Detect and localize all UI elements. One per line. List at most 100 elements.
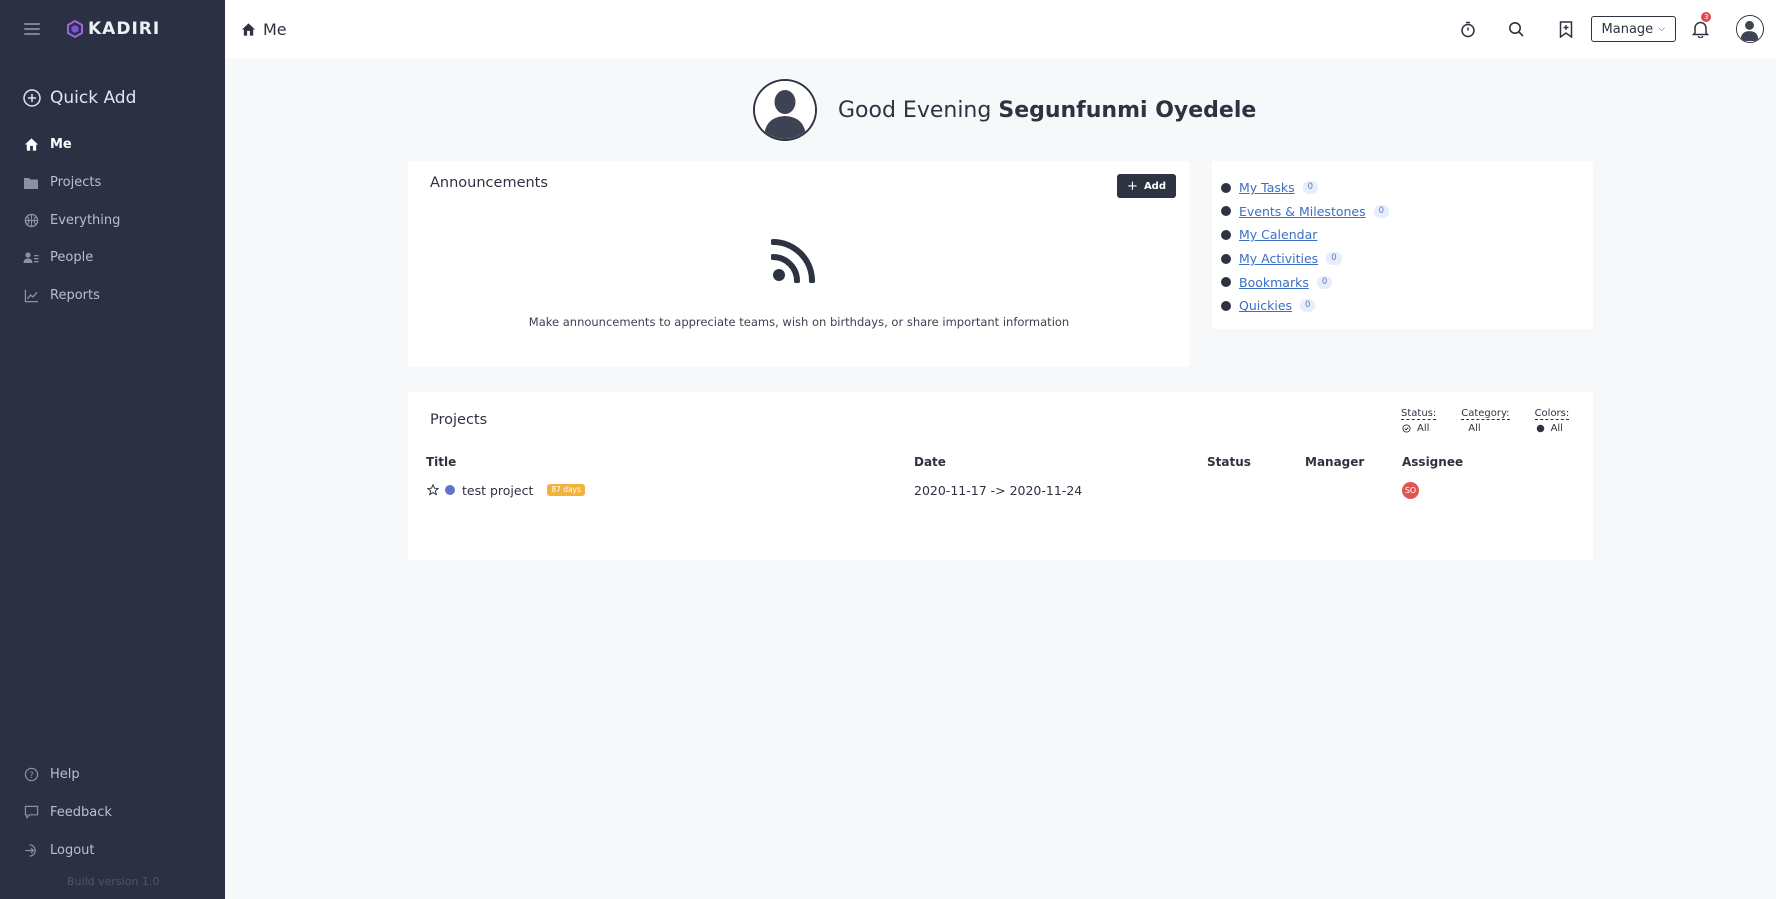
- count-badge: 0: [1316, 275, 1333, 289]
- assignee-avatar[interactable]: SO: [1402, 481, 1419, 499]
- sidebar-item-label: Feedback: [50, 804, 112, 820]
- bullet-icon: [1221, 253, 1231, 264]
- build-version: Build version 1.0: [67, 875, 160, 888]
- sidebar-item-help[interactable]: ? Help: [0, 755, 225, 793]
- count-badge: 0: [1300, 299, 1316, 313]
- sidebar-item-label: Reports: [50, 288, 100, 304]
- notifications-bell[interactable]: 3: [1690, 12, 1712, 39]
- quick-links-card: My Tasks 0 Events & Milestones 0 My Cale…: [1212, 161, 1593, 329]
- home-icon: [23, 137, 39, 153]
- status-filter-value: All: [1417, 423, 1430, 434]
- bullet-icon: [1221, 206, 1231, 217]
- project-title-cell: test project 87 days: [426, 483, 914, 498]
- my-tasks-link[interactable]: My Tasks: [1239, 180, 1295, 195]
- sidebar-item-feedback[interactable]: Feedback: [0, 793, 225, 831]
- manage-dropdown-button[interactable]: Manage ⌵: [1590, 16, 1676, 42]
- star-icon[interactable]: [427, 484, 439, 496]
- table-header: Title Date Status Manager Assignee: [426, 452, 1586, 472]
- bookmark-add-icon[interactable]: [1556, 19, 1576, 39]
- sidebar-item-projects[interactable]: Projects: [0, 164, 225, 202]
- manage-label: Manage: [1601, 21, 1654, 37]
- bookmarks-link[interactable]: Bookmarks: [1239, 275, 1309, 290]
- sidebar-item-people[interactable]: People: [0, 239, 225, 277]
- sidebar-item-logout[interactable]: Logout: [0, 831, 225, 869]
- logo[interactable]: KADIRI: [66, 19, 160, 39]
- quick-link-my-tasks: My Tasks 0: [1221, 176, 1593, 200]
- greeting-prefix: Good Evening: [838, 97, 999, 123]
- add-announcement-button[interactable]: + Add: [1117, 174, 1176, 198]
- chevron-down-icon: ⌵: [1658, 24, 1665, 34]
- column-header-status[interactable]: Status: [1207, 455, 1305, 469]
- bullet-icon: [1221, 229, 1231, 240]
- plus-circle-icon: [23, 89, 41, 107]
- color-dot-icon: [1536, 424, 1544, 433]
- project-assignee-cell: SO: [1402, 481, 1542, 499]
- events-milestones-link[interactable]: Events & Milestones: [1239, 204, 1366, 219]
- column-header-assignee[interactable]: Assignee: [1402, 455, 1542, 469]
- greeting-text: Good Evening Segunfunmi Oyedele: [838, 98, 1256, 123]
- projects-card: Projects Status: All Category: All Color…: [408, 392, 1593, 560]
- projects-table: Title Date Status Manager Assignee test …: [426, 452, 1586, 507]
- svg-text:?: ?: [29, 769, 33, 779]
- table-row[interactable]: test project 87 days 2020-11-17 -> 2020-…: [426, 473, 1586, 507]
- sidebar-item-reports[interactable]: Reports: [0, 277, 225, 315]
- colors-filter-label: Colors:: [1534, 408, 1570, 420]
- feedback-icon: [23, 804, 39, 820]
- search-icon[interactable]: [1506, 19, 1526, 39]
- colors-filter-value: All: [1550, 423, 1563, 434]
- project-date-cell: 2020-11-17 -> 2020-11-24: [914, 482, 1083, 498]
- plus-icon: +: [1127, 178, 1138, 194]
- quickies-link[interactable]: Quickies: [1239, 298, 1292, 313]
- page-title: Me: [263, 19, 287, 39]
- quick-link-bookmarks: Bookmarks 0: [1221, 270, 1593, 294]
- timer-icon[interactable]: [1458, 19, 1478, 39]
- user-avatar[interactable]: [1736, 15, 1764, 43]
- user-silhouette-icon: [755, 81, 815, 139]
- user-silhouette-icon: [1737, 16, 1762, 41]
- project-filters: Status: All Category: All Colors: All: [1401, 408, 1594, 434]
- bullet-icon: [1221, 182, 1231, 193]
- sidebar-item-label: Me: [50, 137, 72, 153]
- colors-filter[interactable]: Colors: All: [1534, 408, 1570, 434]
- duration-badge: 87 days: [547, 484, 586, 496]
- rss-feed-icon: [771, 239, 815, 283]
- status-filter-label: Status:: [1401, 408, 1437, 420]
- column-header-date[interactable]: Date: [914, 455, 1207, 469]
- my-calendar-link[interactable]: My Calendar: [1239, 227, 1317, 242]
- add-label: Add: [1143, 180, 1166, 192]
- sidebar-item-label: Logout: [50, 842, 95, 858]
- check-circle-icon: [1402, 424, 1411, 433]
- category-filter-label: Category:: [1461, 408, 1510, 420]
- quick-link-quickies: Quickies 0: [1221, 294, 1593, 318]
- sidebar-header: KADIRI: [0, 0, 225, 58]
- basketball-icon: [23, 212, 39, 228]
- sidebar-nav: Me Projects Everything People Reports: [0, 126, 225, 314]
- column-header-manager[interactable]: Manager: [1305, 455, 1402, 469]
- folder-icon: [23, 175, 39, 191]
- column-header-title[interactable]: Title: [426, 455, 914, 469]
- quick-link-my-activities: My Activities 0: [1221, 247, 1593, 271]
- my-activities-link[interactable]: My Activities: [1239, 251, 1318, 266]
- sidebar-item-label: Everything: [50, 212, 121, 228]
- header-tools: Manage ⌵ 3: [1458, 0, 1776, 58]
- quick-add-label: Quick Add: [50, 88, 137, 108]
- quick-link-events-milestones: Events & Milestones 0: [1221, 200, 1593, 224]
- people-icon: [23, 250, 39, 266]
- category-filter[interactable]: Category: All: [1461, 408, 1510, 434]
- quick-link-my-calendar: My Calendar: [1221, 223, 1593, 247]
- announcements-empty-text: Make announcements to appreciate teams, …: [528, 315, 1070, 329]
- hamburger-menu-icon[interactable]: [24, 23, 40, 35]
- sidebar-footer-nav: ? Help Feedback Logout: [0, 755, 225, 869]
- profile-avatar[interactable]: [753, 79, 817, 141]
- count-badge: 0: [1302, 181, 1319, 195]
- projects-title: Projects: [430, 412, 488, 428]
- notification-count-badge: 3: [1701, 12, 1712, 22]
- sidebar-item-everything[interactable]: Everything: [0, 201, 225, 239]
- chart-line-icon: [23, 288, 39, 304]
- sidebar-item-me[interactable]: Me: [0, 126, 225, 164]
- quick-add-button[interactable]: Quick Add: [0, 88, 225, 108]
- announcements-title: Announcements: [430, 175, 548, 191]
- project-name-link[interactable]: test project: [462, 483, 533, 498]
- status-filter[interactable]: Status: All: [1401, 408, 1437, 434]
- bell-icon: [1691, 21, 1709, 38]
